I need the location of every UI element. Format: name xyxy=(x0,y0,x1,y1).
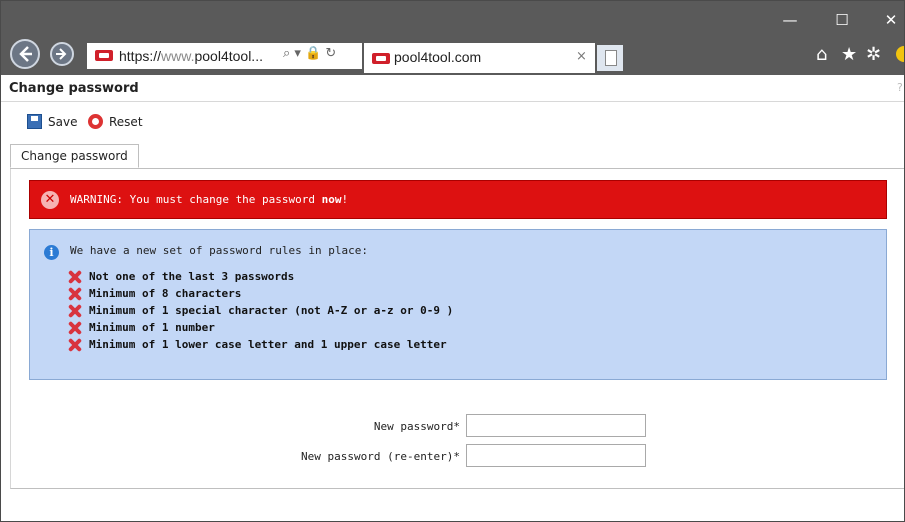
address-bar-icons[interactable]: ⌕ ▾ 🔒 ↻ xyxy=(283,46,336,61)
new-password-input[interactable] xyxy=(466,414,646,437)
tab-strip: Change password xyxy=(10,144,904,169)
browser-chrome: — ☐ ✕ https://www.pool4tool... ⌕ ▾ 🔒 ↻ p… xyxy=(1,1,904,75)
list-item: Not one of the last 3 passwords xyxy=(68,268,453,285)
warning-banner: ✕ WARNING: You must change the password … xyxy=(29,180,887,219)
info-icon: i xyxy=(44,245,59,260)
rules-intro: We have a new set of password rules in p… xyxy=(70,244,369,257)
maximize-icon[interactable]: ☐ xyxy=(831,9,853,31)
arrow-left-icon xyxy=(19,46,32,62)
new-tab-button[interactable] xyxy=(597,45,623,71)
floppy-disk-icon xyxy=(27,114,42,129)
rule-list: Not one of the last 3 passwords Minimum … xyxy=(68,268,453,353)
settings-gear-icon[interactable]: ✲ xyxy=(866,44,881,65)
back-button[interactable] xyxy=(10,39,40,69)
browser-tab-title: pool4tool.com xyxy=(394,49,482,65)
reenter-password-label: New password (re-enter)* xyxy=(301,450,460,463)
tab-change-password[interactable]: Change password xyxy=(10,144,139,168)
error-icon: ✕ xyxy=(41,191,59,209)
password-rules-box: i We have a new set of password rules in… xyxy=(29,229,887,380)
reenter-password-input[interactable] xyxy=(466,444,646,467)
save-label: Save xyxy=(48,114,78,129)
new-password-label: New password* xyxy=(373,420,460,433)
x-mark-icon xyxy=(68,321,82,335)
address-bar[interactable]: https://www.pool4tool... ⌕ ▾ 🔒 ↻ xyxy=(87,43,362,69)
browser-tab-active[interactable]: pool4tool.com × xyxy=(364,43,595,73)
forward-button[interactable] xyxy=(50,42,74,66)
help-icon[interactable]: ? xyxy=(897,81,903,94)
tab-favicon-icon xyxy=(372,53,390,64)
reset-label: Reset xyxy=(109,114,143,129)
list-item: Minimum of 1 number xyxy=(68,319,453,336)
feedback-smiley-icon[interactable] xyxy=(896,46,904,62)
close-window-icon[interactable]: ✕ xyxy=(880,9,902,31)
page-toolbar: Save Reset xyxy=(1,111,401,133)
page-title: Change password xyxy=(9,81,139,96)
home-icon[interactable]: ⌂ xyxy=(816,44,827,65)
reset-button[interactable]: Reset xyxy=(88,114,143,129)
site-favicon-icon xyxy=(95,50,113,61)
x-mark-icon xyxy=(68,287,82,301)
x-mark-icon xyxy=(68,304,82,318)
x-mark-icon xyxy=(68,270,82,284)
minimize-icon[interactable]: — xyxy=(779,9,801,31)
favorites-star-icon[interactable]: ★ xyxy=(841,44,857,65)
list-item: Minimum of 1 special character (not A-Z … xyxy=(68,302,453,319)
browser-window: — ☐ ✕ https://www.pool4tool... ⌕ ▾ 🔒 ↻ p… xyxy=(0,0,905,522)
page-header: Change password ? xyxy=(1,76,904,102)
reset-icon xyxy=(88,114,103,129)
warning-text: WARNING: You must change the password no… xyxy=(70,193,349,206)
list-item: Minimum of 8 characters xyxy=(68,285,453,302)
x-mark-icon xyxy=(68,338,82,352)
address-text[interactable]: https://www.pool4tool... xyxy=(119,48,263,64)
arrow-right-icon xyxy=(56,48,67,60)
close-tab-icon[interactable]: × xyxy=(576,49,587,64)
save-button[interactable]: Save xyxy=(27,114,77,129)
list-item: Minimum of 1 lower case letter and 1 upp… xyxy=(68,336,453,353)
